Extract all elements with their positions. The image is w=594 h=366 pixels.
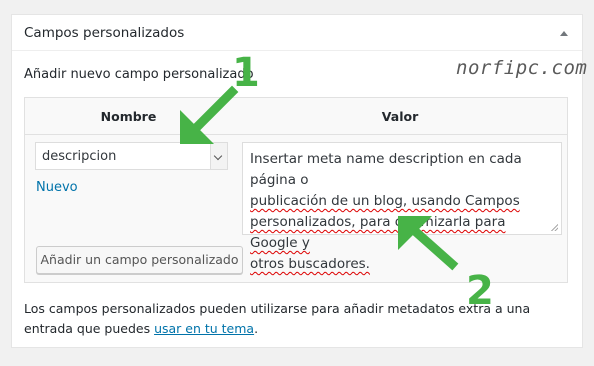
arrow-2-icon (398, 216, 459, 271)
arrow-1-icon (180, 85, 239, 144)
annotation-arrows (180, 85, 459, 271)
annotation-number-1: 1 (232, 50, 260, 96)
annotation-number-2: 2 (466, 268, 494, 314)
